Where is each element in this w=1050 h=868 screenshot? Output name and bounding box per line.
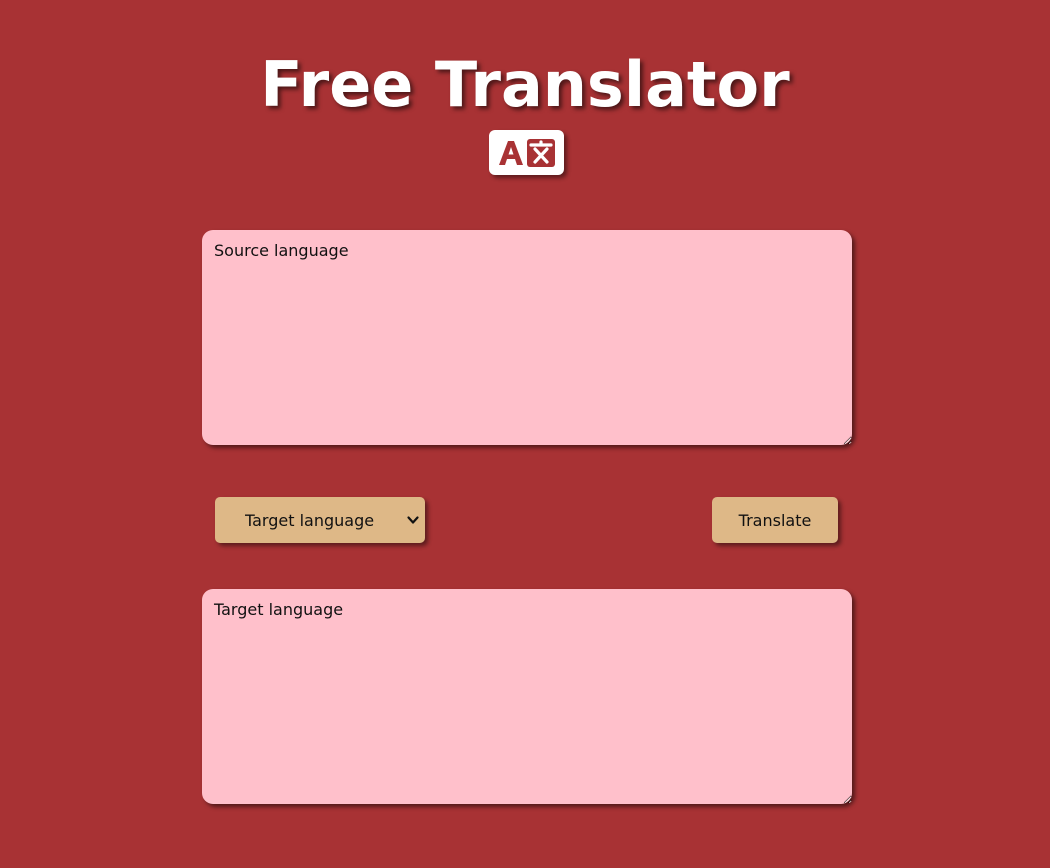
translate-icon [489, 130, 564, 175]
page-title: Free Translator [260, 48, 790, 121]
target-language-dropdown[interactable]: Target language [215, 497, 425, 543]
translated-text-output[interactable] [202, 589, 852, 804]
translate-button[interactable]: Translate [712, 497, 838, 543]
translate-icon-glyph [498, 138, 555, 167]
target-language-select[interactable]: Target language [215, 497, 425, 543]
source-text-input[interactable] [202, 230, 852, 445]
